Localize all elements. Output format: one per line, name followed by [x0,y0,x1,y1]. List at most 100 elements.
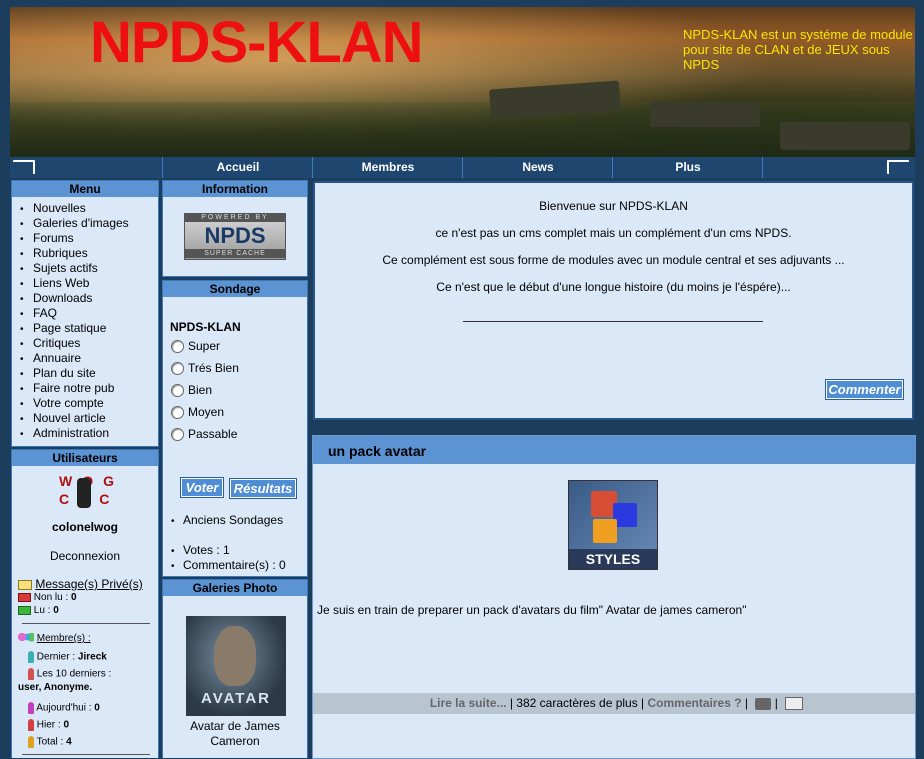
nav-plus[interactable]: Plus [612,157,763,178]
person-icon [28,702,34,714]
last10-names[interactable]: user, Anonyme. [18,682,92,693]
envelope-red-icon [18,592,31,602]
article-image[interactable]: STYLES [568,480,658,570]
poll-option[interactable]: Super [171,339,239,361]
logo-bottom: SUPER CACHE [185,249,285,258]
footer-sep: | [774,696,778,710]
person-icon [28,668,34,680]
gallery-image-face [214,626,256,686]
radio-icon[interactable] [171,340,184,354]
nav-news[interactable]: News [462,157,613,178]
menu-item[interactable]: Votre compte [20,396,158,411]
members-link[interactable]: Membre(s) : [37,633,91,644]
gallery-caption: Avatar de James Cameron [190,719,280,748]
read-more-link[interactable]: Lire la suite... [430,696,507,710]
total-label: Total : [36,736,64,748]
npds-logo[interactable]: POWERED BY NPDS SUPER CACHE [184,213,286,260]
total-count: 4 [66,736,72,748]
logo-main: NPDS [204,223,266,248]
vote-button[interactable]: Voter [180,477,224,498]
votes-label: Votes : [183,543,220,557]
comments-row: • Commentaire(s) : 0 [171,558,286,572]
banner-tank [780,122,910,150]
results-button[interactable]: Résultats [229,478,297,499]
cube-icon [593,519,617,543]
nav-corner-left-icon [13,160,35,174]
poll-options: Super Trés Bien Bien Moyen Passable [171,339,239,449]
last-member-name[interactable]: Jireck [78,652,107,663]
poll-option-label: Super [188,339,221,353]
banner-tank [650,102,760,127]
menu-item[interactable]: Forums [20,231,158,246]
old-polls-text[interactable]: Anciens Sondages [183,513,283,527]
send-icon[interactable] [785,697,804,711]
radio-icon[interactable] [171,428,184,442]
poll-option[interactable]: Moyen [171,405,239,427]
chars-info: | 382 caractères de plus | [509,696,645,710]
logo-top: POWERED BY [185,214,285,222]
welcome-line-4: Ce n'est que le début d'une longue histo… [436,280,791,294]
yesterday-label: Hier : [36,719,61,731]
banner-title: NPDS-KLAN [90,10,424,75]
logout-link[interactable]: Deconnexion [12,549,158,563]
banner-tagline: NPDS-KLAN est un systéme de module pour … [683,27,913,72]
menu-item[interactable]: Galeries d'images [20,216,158,231]
gallery-image[interactable]: AVATAR [186,616,286,716]
person-icon [28,736,34,748]
poll-comments-count: 0 [279,558,286,572]
nav-accueil[interactable]: Accueil [162,157,313,178]
info-title: Information [163,181,307,197]
poll-option[interactable]: Passable [171,427,239,449]
envelope-icon [18,579,32,590]
members-icon [18,633,34,644]
comment-button[interactable]: Commenter [825,379,904,400]
user-avatar: WOG CNC [59,472,114,512]
menu-item[interactable]: Liens Web [20,276,158,291]
poll-panel: Sondage NPDS-KLAN Super Trés Bien Bien Moye… [162,280,308,577]
menu-item[interactable]: Administration [20,426,158,441]
menu-item[interactable]: FAQ [20,306,158,321]
divider [22,754,150,755]
welcome-line-1: Bienvenue sur NPDS-KLAN [539,199,688,213]
last10-label: Les 10 derniers : [36,668,112,680]
menu-item[interactable]: Critiques [20,336,158,351]
radio-icon[interactable] [171,406,184,420]
comments-link[interactable]: Commentaires ? [648,696,742,710]
menu-item[interactable]: Page statique [20,321,158,336]
divider [22,623,150,624]
last-member-row: Dernier : Jireck [28,651,107,663]
menu-item[interactable]: Sujets actifs [20,261,158,276]
read-label: Lu : [33,605,51,616]
poll-option[interactable]: Bien [171,383,239,405]
menu-item[interactable]: Rubriques [20,246,158,261]
read-row: Lu : 0 [18,605,59,616]
print-icon[interactable] [755,697,772,710]
user-name[interactable]: colonelwog [12,520,158,534]
menu-item[interactable]: Faire notre pub [20,381,158,396]
radio-icon[interactable] [171,362,184,376]
nav-membres[interactable]: Membres [312,157,463,178]
menu-item[interactable]: Plan du site [20,366,158,381]
welcome-block: Bienvenue sur NPDS-KLAN ce n'est pas un … [313,181,914,420]
old-polls-link: • Anciens Sondages [171,513,284,527]
menu-item[interactable]: Downloads [20,291,158,306]
envelope-green-icon [18,605,31,615]
read-count: 0 [53,605,59,616]
votes-count: 1 [223,543,230,557]
welcome-divider [463,321,763,322]
footer-sep: | [744,696,749,710]
unread-row: Non lu : 0 [18,592,77,603]
menu-item[interactable]: Annuaire [20,351,158,366]
last10-row: Les 10 derniers : [28,668,111,680]
pm-link[interactable]: Message(s) Privé(s) [35,577,142,591]
menu-panel: Menu NouvellesGaleries d'imagesForumsRub… [11,180,159,447]
poll-option[interactable]: Trés Bien [171,361,239,383]
pm-row: Message(s) Privé(s) [18,577,143,591]
poll-comments-label: Commentaire(s) : [183,558,276,572]
welcome-line-3: Ce complément est sous forme de modules … [382,253,845,267]
menu-item[interactable]: Nouvelles [20,201,158,216]
gallery-title: Galeries Photo [163,580,307,596]
radio-icon[interactable] [171,384,184,398]
menu-item[interactable]: Nouvel article [20,411,158,426]
votes-row: • Votes : 1 [171,543,230,557]
